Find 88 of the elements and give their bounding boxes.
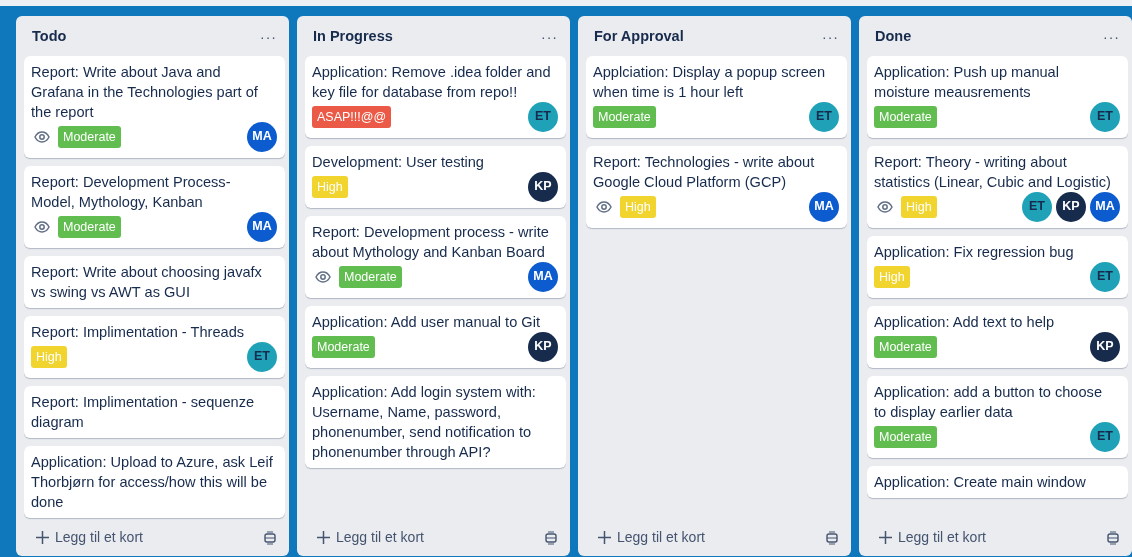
member-avatar[interactable]: MA xyxy=(1090,191,1120,222)
add-card-button[interactable]: Legg til et kort xyxy=(32,525,147,550)
card-title: Report: Technologies - write about Google Cloud Platform (GCP) xyxy=(593,152,816,192)
list-menu-button[interactable]: ··· xyxy=(820,29,841,44)
priority-label: ASAP!!!@@ xyxy=(312,105,392,128)
template-icon[interactable] xyxy=(263,530,277,545)
priority-label: Moderate xyxy=(339,265,402,288)
list-menu-button[interactable]: ··· xyxy=(1101,29,1122,44)
template-icon[interactable] xyxy=(544,530,558,545)
member-avatar[interactable]: KP xyxy=(1056,191,1086,222)
member-avatar[interactable]: KP xyxy=(528,331,558,362)
task-card[interactable]: Report: Development process - write about Mythology and Kanban Board Moderate MA xyxy=(305,215,566,298)
card-title: Application: Add login system with: Username, Name, password, phonenumber, send notification to phonenumber through API? xyxy=(312,382,537,462)
priority-label: Moderate xyxy=(874,335,937,358)
member-avatar[interactable]: MA xyxy=(247,211,277,242)
priority-label: High xyxy=(31,345,67,368)
priority-label: Moderate xyxy=(874,105,937,128)
card-title: Report: Development Process-Model, Mythology, Kanban xyxy=(31,172,232,212)
priority-label: High xyxy=(620,195,656,218)
task-card[interactable]: Application: Upload to Azure, ask Leif Thorbjørn for access/how this will be done xyxy=(24,445,285,518)
template-icon[interactable] xyxy=(825,530,839,545)
task-card[interactable]: Application: Remove .idea folder and key file for database from repo!! ASAP!!!@@ ET xyxy=(305,55,566,138)
card-title: Application: Add user manual to Git xyxy=(312,312,541,332)
member-avatar[interactable]: KP xyxy=(528,171,558,202)
list-title: For Approval xyxy=(594,27,684,46)
task-card[interactable]: Application: Add user manual to Git Moderate KP xyxy=(305,305,566,368)
task-card[interactable]: Applciation: Display a popup screen when time is 1 hour left Moderate ET xyxy=(586,55,847,138)
card-title: Development: User testing xyxy=(312,152,485,172)
task-card[interactable]: Report: Implimentation - sequenze diagram xyxy=(24,385,285,438)
priority-label: High xyxy=(312,175,348,198)
list-title: In Progress xyxy=(313,27,393,46)
task-card[interactable]: Report: Write about Java and Grafana in the Technologies part of the report Moderate MA xyxy=(24,55,285,158)
task-card[interactable]: Report: Technologies - write about Google Cloud Platform (GCP) High MA xyxy=(586,145,847,228)
task-card[interactable]: Application: Push up manual moisture meausrements Moderate ET xyxy=(867,55,1128,138)
add-card-button[interactable]: Legg til et kort xyxy=(875,525,990,550)
task-card[interactable]: Development: User testing High KP xyxy=(305,145,566,208)
card-title: Report: Development process - write about Mythology and Kanban Board xyxy=(312,222,550,262)
list-title: Done xyxy=(875,27,912,46)
card-title: Report: Theory - writing about statistics (Linear, Cubic and Logistic) xyxy=(874,152,1112,192)
card-title: Application: Remove .idea folder and key file for database from repo!! xyxy=(312,62,552,102)
priority-label: Moderate xyxy=(58,125,121,148)
card-title: Application: Create main window xyxy=(874,472,1087,492)
member-avatar[interactable]: ET xyxy=(247,341,277,372)
plus-icon xyxy=(317,531,330,544)
member-avatar[interactable]: KP xyxy=(1090,331,1120,362)
member-avatar[interactable]: ET xyxy=(1022,191,1052,222)
card-title: Report: Write about choosing javafx vs swing vs AWT as GUI xyxy=(31,262,263,302)
task-card[interactable]: Report: Theory - writing about statistics (Linear, Cubic and Logistic) High ET KP MA xyxy=(867,145,1128,228)
task-card[interactable]: Application: add a button to choose to display earlier data Moderate ET xyxy=(867,375,1128,458)
card-title: Application: Push up manual moisture meausrements xyxy=(874,62,1060,102)
task-card[interactable]: Report: Implimentation - Threads High ET xyxy=(24,315,285,378)
card-title: Report: Implimentation - sequenze diagram xyxy=(31,392,256,432)
plus-icon xyxy=(598,531,611,544)
task-card[interactable]: Report: Development Process-Model, Mythology, Kanban Moderate MA xyxy=(24,165,285,248)
task-card[interactable]: Application: Add login system with: Username, Name, password, phonenumber, send notification to phonenumber through API? xyxy=(305,375,566,468)
task-card[interactable]: Report: Write about choosing javafx vs swing vs AWT as GUI xyxy=(24,255,285,308)
template-icon[interactable] xyxy=(1106,530,1120,545)
member-avatar[interactable]: MA xyxy=(809,191,839,222)
member-avatar[interactable]: ET xyxy=(1090,261,1120,292)
card-title: Report: Write about Java and Grafana in the Technologies part of the report xyxy=(31,62,259,122)
card-title: Application: Upload to Azure, ask Leif Thorbjørn for access/how this will be done xyxy=(31,452,274,512)
member-avatar[interactable]: ET xyxy=(1090,101,1120,132)
list-menu-button[interactable]: ··· xyxy=(258,29,279,44)
list-title: Todo xyxy=(32,27,67,46)
card-title: Application: add a button to choose to display earlier data xyxy=(874,382,1103,422)
priority-label: Moderate xyxy=(593,105,656,128)
card-title: Application: Add text to help xyxy=(874,312,1056,332)
priority-label: Moderate xyxy=(58,215,121,238)
priority-label: Moderate xyxy=(874,425,937,448)
card-title: Application: Fix regression bug xyxy=(874,242,1075,262)
member-avatar[interactable]: ET xyxy=(1090,421,1120,452)
card-title: Applciation: Display a popup screen when time is 1 hour left xyxy=(593,62,827,102)
task-card[interactable]: Application: Add text to help Moderate KP xyxy=(867,305,1128,368)
task-card[interactable]: Application: Create main window xyxy=(867,465,1128,498)
plus-icon xyxy=(879,531,892,544)
card-title: Report: Implimentation - Threads xyxy=(31,322,246,342)
priority-label: High xyxy=(874,265,910,288)
priority-label: High xyxy=(901,195,937,218)
plus-icon xyxy=(36,531,49,544)
add-card-button[interactable]: Legg til et kort xyxy=(313,525,428,550)
add-card-button[interactable]: Legg til et kort xyxy=(594,525,709,550)
member-avatar[interactable]: ET xyxy=(809,101,839,132)
task-card[interactable]: Application: Fix regression bug High ET xyxy=(867,235,1128,298)
member-avatar[interactable]: ET xyxy=(528,101,558,132)
list-menu-button[interactable]: ··· xyxy=(539,29,560,44)
member-avatar[interactable]: MA xyxy=(528,261,558,292)
priority-label: Moderate xyxy=(312,335,375,358)
member-avatar[interactable]: MA xyxy=(247,121,277,152)
